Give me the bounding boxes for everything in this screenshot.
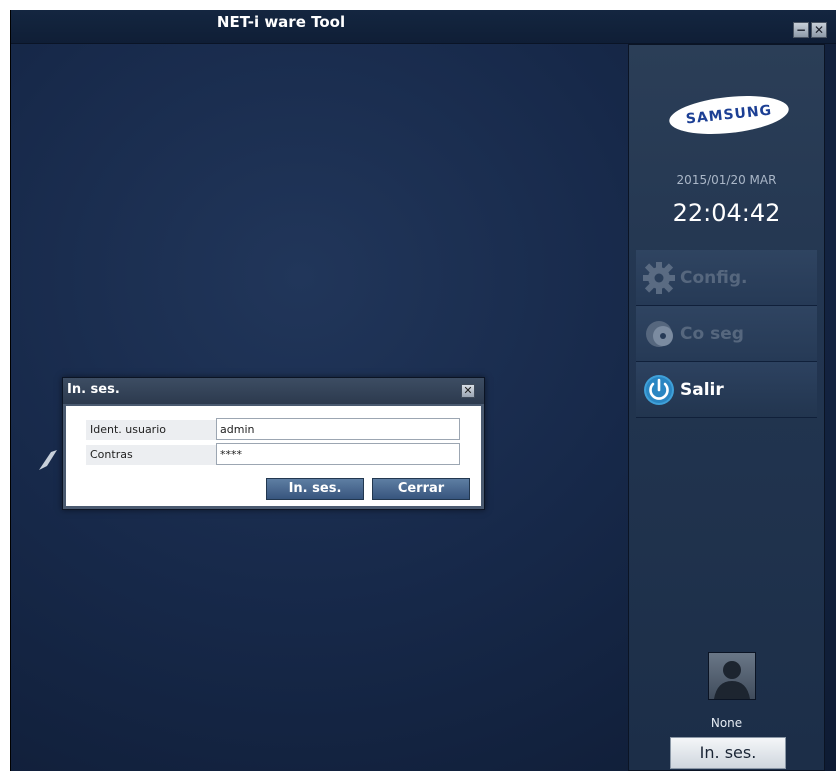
user-avatar	[708, 652, 756, 700]
menu-item-config[interactable]: Config.	[636, 250, 817, 306]
dialog-login-button[interactable]: In. ses.	[266, 478, 364, 500]
user-id-label: Ident. usuario	[86, 420, 216, 440]
splash-graphic	[37, 448, 59, 472]
dialog-title-bar[interactable]: In. ses. ✕	[63, 378, 484, 404]
menu-label-exit: Salir	[680, 379, 724, 400]
dialog-body: Ident. usuario Contras In. ses. Cerrar	[66, 406, 481, 506]
menu-item-backup[interactable]: Co seg	[636, 306, 817, 362]
dialog-close-button[interactable]: ✕	[461, 384, 475, 398]
minimize-button[interactable]: −	[793, 22, 809, 38]
title-bar[interactable]: NET-i ware Tool − ✕	[11, 10, 836, 44]
side-panel: SAMSUNG 2015/01/20 MAR 22:04:42 Config. …	[628, 44, 825, 771]
logo-text: SAMSUNG	[685, 102, 773, 128]
password-input[interactable]	[216, 443, 460, 465]
date-display: 2015/01/20 MAR	[676, 173, 777, 187]
password-label: Contras	[86, 445, 216, 465]
menu-item-exit[interactable]: Salir	[636, 362, 817, 418]
dialog-close-text-button[interactable]: Cerrar	[372, 478, 470, 500]
dialog-title: In. ses.	[67, 382, 120, 397]
samsung-logo: SAMSUNG	[667, 90, 791, 140]
login-dialog: In. ses. ✕ Ident. usuario Contras In. se…	[62, 377, 485, 510]
menu-label-config: Config.	[680, 267, 748, 288]
power-icon	[642, 373, 676, 407]
user-name: None	[710, 716, 743, 730]
user-id-input[interactable]	[216, 418, 460, 440]
side-menu: Config. Co seg Salir	[636, 250, 817, 418]
gear-icon	[642, 261, 676, 295]
window-title: NET-i ware Tool	[216, 13, 346, 31]
app-window: NET-i ware Tool − ✕ SAMSUNG 2015/01/20 M…	[10, 10, 836, 771]
disc-icon	[642, 317, 676, 351]
menu-label-backup: Co seg	[680, 323, 744, 344]
login-button[interactable]: In. ses.	[670, 737, 786, 769]
time-display: 22:04:42	[672, 199, 781, 227]
close-window-button[interactable]: ✕	[811, 22, 827, 38]
